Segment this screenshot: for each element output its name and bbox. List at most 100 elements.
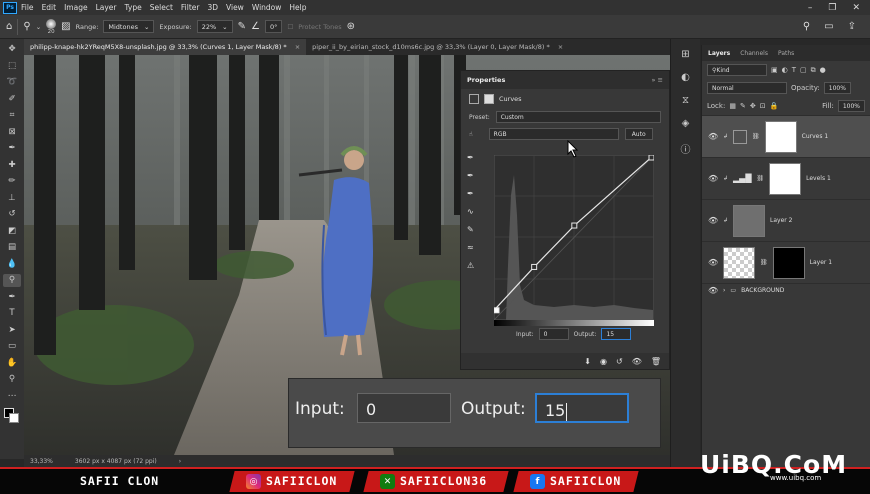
curve-control-point[interactable] [531,263,538,270]
dropdown-caret-icon[interactable]: ⌄ [36,23,41,31]
properties-panel-icon[interactable]: ⊞ [681,49,689,60]
menu-file[interactable]: File [21,3,34,12]
filter-type-icon[interactable]: T [792,66,796,74]
tab-document-2[interactable]: piper_ii_by_eirian_stock_d10ms6c.jpg @ 3… [306,39,569,55]
link-icon[interactable]: ⛓ [752,133,760,140]
curves-graph[interactable] [494,155,654,320]
auto-button[interactable]: Auto [624,128,653,140]
eye-icon[interactable]: 👁 [708,132,718,141]
hand-tool-icon[interactable]: ✋ [3,357,21,370]
zoom-level[interactable]: 33,33% [30,458,53,465]
pencil-draw-icon[interactable]: ✎ [467,225,474,234]
frame-tool-icon[interactable]: ⊠ [3,126,21,139]
zoom-tool-icon[interactable]: ⚲ [3,373,21,386]
lasso-tool-icon[interactable]: ➰ [3,76,21,89]
curve-control-point[interactable] [648,155,654,161]
menu-edit[interactable]: Edit [42,3,57,12]
link-icon[interactable]: ⛓ [757,175,765,182]
lock-artboard-icon[interactable]: ⊡ [760,102,766,110]
protect-tones-checkbox[interactable]: ☐ [287,23,293,31]
filter-shape-icon[interactable]: ▢ [800,66,807,74]
search-icon[interactable]: ⚲ [803,21,810,32]
path-select-tool-icon[interactable]: ➤ [3,324,21,337]
eye-icon[interactable]: 👁 [708,216,718,225]
history-panel-icon[interactable]: ⧖ [682,95,689,106]
layer-name[interactable]: Layer 2 [770,217,792,224]
smooth-curve-icon[interactable]: ≈ [467,243,474,252]
angle-field[interactable]: 0° [264,20,283,33]
fill-field[interactable]: 100% [837,100,865,112]
menu-window[interactable]: Window [252,3,282,12]
close-window-icon[interactable]: ✕ [852,3,860,13]
lock-move-icon[interactable]: ✥ [750,102,756,110]
filter-pixel-icon[interactable]: ▣ [771,66,778,74]
filter-smart-icon[interactable]: ⧉ [811,66,816,75]
layer-mask-thumbnail[interactable] [772,246,805,279]
color-swatches[interactable] [4,408,20,424]
brush-tool-icon[interactable]: ✏ [3,175,21,188]
visibility-icon[interactable]: 👁 [632,357,642,366]
lock-paint-icon[interactable]: ✎ [740,102,746,110]
dodge-tool-icon[interactable]: ⚲ [23,21,30,32]
collapse-icon[interactable]: » ≡ [652,76,664,84]
eraser-tool-icon[interactable]: ◩ [3,225,21,238]
zoom-output-field[interactable]: 15 [535,393,629,423]
eye-icon[interactable]: 👁 [708,258,718,267]
view-previous-icon[interactable]: ◉ [600,357,607,366]
tab-layers[interactable]: Layers [708,50,730,57]
menu-layer[interactable]: Layer [96,3,117,12]
brush-settings-icon[interactable]: ▨ [61,21,70,32]
clipping-warning-icon[interactable]: ⚠ [467,261,474,270]
mask-icon[interactable] [484,94,494,104]
tab-channels[interactable]: Channels [740,50,768,57]
curves-adjustment-icon[interactable] [469,94,479,104]
quick-select-tool-icon[interactable]: ✐ [3,93,21,106]
menu-help[interactable]: Help [289,3,306,12]
layer-name[interactable]: BACKGROUND [741,287,784,294]
tab-paths[interactable]: Paths [778,50,794,57]
opacity-field[interactable]: 100% [823,82,851,94]
close-icon[interactable]: × [558,43,563,51]
output-field[interactable]: 15 [601,328,632,340]
layer-name[interactable]: Levels 1 [806,175,831,182]
workspace-icon[interactable]: ▭ [824,21,833,32]
target-adjust-icon[interactable]: ☝ [469,131,473,138]
input-field[interactable]: 0 [538,328,569,340]
tab-document-1[interactable]: philipp-knape-hk2YReqM5X8-unsplash.jpg @… [24,39,307,55]
layer-thumbnail[interactable] [723,246,755,279]
history-brush-tool-icon[interactable]: ↺ [3,208,21,221]
menu-type[interactable]: Type [125,3,142,12]
healing-brush-tool-icon[interactable]: ✚ [3,159,21,172]
filter-adjust-icon[interactable]: ◐ [782,66,788,74]
menu-view[interactable]: View [226,3,244,12]
close-icon[interactable]: × [295,43,300,51]
layer-thumbnail[interactable] [733,204,766,237]
layer-row-curves-1[interactable]: 👁 ↲ ⛓ Curves 1 [702,115,870,157]
preset-select[interactable]: Custom [495,111,661,123]
blend-mode-select[interactable]: Normal [707,82,787,94]
layer-name[interactable]: Curves 1 [802,133,829,140]
chevron-right-icon[interactable]: › [179,458,181,465]
layers-panel-icon[interactable]: ◈ [682,118,690,129]
curve-control-point[interactable] [494,307,500,314]
layer-row-levels-1[interactable]: 👁 ↲ ▂▄█ ⛓ Levels 1 [702,157,870,199]
marquee-tool-icon[interactable]: ⬚ [3,60,21,73]
type-tool-icon[interactable]: T [3,307,21,320]
minimize-icon[interactable]: – [808,3,813,13]
filter-toggle-icon[interactable]: ● [820,66,826,74]
lock-all-icon[interactable]: 🔒 [770,102,779,110]
restore-icon[interactable]: ❐ [828,3,836,13]
shape-tool-icon[interactable]: ▭ [3,340,21,353]
layer-row-layer-1[interactable]: 👁 ⛓ Layer 1 [702,241,870,283]
layer-mask-thumbnail[interactable] [769,162,802,195]
reset-icon[interactable]: ↺ [616,357,623,366]
clone-stamp-tool-icon[interactable]: ⊥ [3,192,21,205]
chevron-right-icon[interactable]: › [723,287,725,294]
range-select[interactable]: Midtones ⌄ [103,20,155,33]
lock-pixels-icon[interactable]: ▦ [729,102,736,110]
white-point-eyedropper-icon[interactable]: ✒ [467,189,474,198]
home-icon[interactable]: ⌂ [6,21,12,32]
menu-filter[interactable]: Filter [181,3,200,12]
blur-tool-icon[interactable]: 💧 [3,258,21,271]
crop-tool-icon[interactable]: ⌗ [3,109,21,122]
